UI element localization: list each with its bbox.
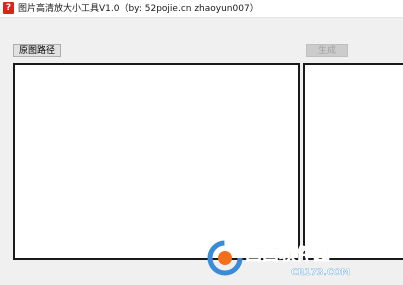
watermark-site: CR173.COM <box>291 268 350 278</box>
watermark-logo: 西西软件园 CR173.COM <box>207 240 350 278</box>
source-path-button[interactable]: 原图路径 <box>13 44 61 57</box>
watermark-brand: 西西软件园 <box>245 244 330 265</box>
title-bar[interactable]: ? 图片高清放大小工具V1.0（by: 52pojie.cn zhaoyun00… <box>0 0 403 18</box>
watermark-dot-icon <box>218 251 232 265</box>
original-image-panel <box>13 63 300 260</box>
app-icon: ? <box>3 2 14 14</box>
app-window: ? 图片高清放大小工具V1.0（by: 52pojie.cn zhaoyun00… <box>0 0 403 285</box>
generate-button[interactable]: 生成 <box>306 44 348 57</box>
window-title: 图片高清放大小工具V1.0（by: 52pojie.cn zhaoyun007） <box>18 4 259 14</box>
output-image-panel <box>303 63 403 260</box>
